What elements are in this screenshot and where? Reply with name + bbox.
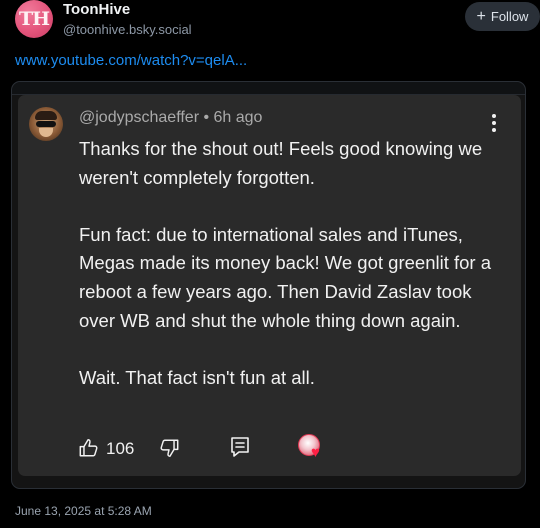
- thumbs-up-icon: [79, 439, 98, 457]
- author-handle[interactable]: @toonhive.bsky.social: [63, 22, 192, 37]
- heart-icon: ♥: [311, 444, 320, 461]
- post: TH ToonHive @toonhive.bsky.social + Foll…: [0, 0, 540, 528]
- embedded-image-card[interactable]: @jodypschaeffer • 6h ago Thanks for the …: [11, 81, 526, 489]
- youtube-comment-screenshot: @jodypschaeffer • 6h ago Thanks for the …: [18, 95, 521, 476]
- comment-paragraph: Fun fact: due to international sales and…: [79, 223, 491, 331]
- avatar-hat: [35, 111, 57, 120]
- post-link[interactable]: www.youtube.com/watch?v=qelA...: [15, 52, 247, 69]
- comment-paragraph: Thanks for the shout out! Feels good kno…: [79, 138, 483, 188]
- author-display-name[interactable]: ToonHive: [63, 1, 130, 18]
- avatar-mask: [36, 121, 56, 127]
- creator-heart-icon: ♥: [298, 434, 328, 462]
- avatar-initials: TH: [18, 8, 50, 30]
- commenter-avatar: [29, 107, 63, 141]
- plus-icon: +: [476, 7, 486, 25]
- follow-button[interactable]: + Follow: [465, 2, 540, 31]
- post-header: TH ToonHive @toonhive.bsky.social + Foll…: [15, 0, 540, 38]
- reply-icon: [231, 437, 249, 457]
- follow-label: Follow: [490, 9, 529, 24]
- avatar-face: [39, 128, 53, 137]
- post-timestamp: June 13, 2025 at 5:28 AM: [15, 504, 152, 518]
- author-avatar[interactable]: TH: [15, 0, 53, 38]
- comment-body: Thanks for the shout out! Feels good kno…: [79, 135, 509, 392]
- like-count: 106: [106, 439, 135, 458]
- card-top-strip: [12, 82, 525, 95]
- kebab-menu-icon: [488, 114, 500, 132]
- comment-paragraph: Wait. That fact isn't fun at all.: [79, 366, 315, 388]
- thumbs-down-icon: [160, 439, 179, 457]
- comment-meta: @jodypschaeffer • 6h ago: [79, 109, 263, 126]
